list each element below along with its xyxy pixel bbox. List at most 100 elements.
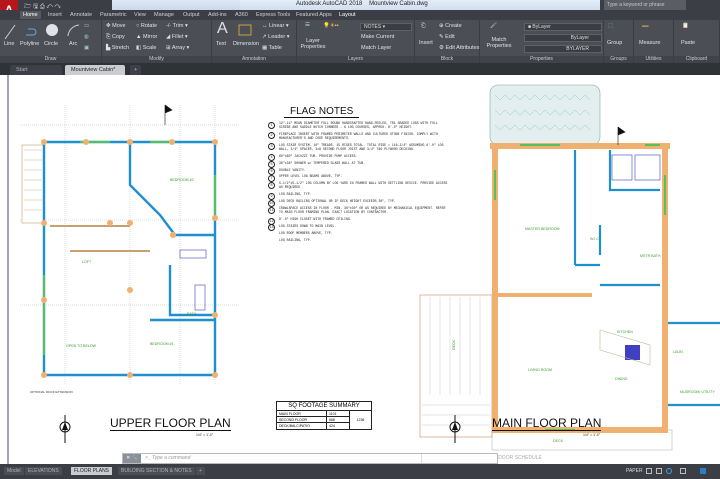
tab-layout[interactable]: Layout (336, 11, 359, 19)
circle-button[interactable]: Circle (44, 41, 58, 47)
line-icon (4, 24, 16, 40)
circle-icon (46, 24, 58, 36)
drawing-canvas[interactable]: LOFT BEDROOM #2 BATH OPEN TO BELOW BEDRO… (0, 75, 720, 464)
scale-button[interactable]: ◧ Scale (136, 45, 157, 51)
panel-label-annotation[interactable]: Annotation (212, 56, 296, 63)
mirror-button[interactable]: ▲ Mirror (136, 34, 157, 40)
flag-note-number: 7 (268, 174, 275, 182)
linear-button[interactable]: ↔ Linear ▾ (262, 23, 289, 29)
flag-notes: FLAG NOTES 1 12"-14" MEAN DIAMETER FULL R… (268, 101, 448, 243)
layout-tab-floor-plans[interactable]: FLOOR PLANS (71, 467, 113, 475)
flag-note: 6 DOUBLE VANITY. (268, 168, 448, 175)
tab-add-ins[interactable]: Add-ins (205, 11, 230, 19)
snap-icon[interactable] (656, 468, 662, 474)
rectangle-icon[interactable]: ▭ (84, 23, 89, 29)
trim-button[interactable]: -/- Trim ▾ (166, 23, 188, 29)
layer-properties-button[interactable]: Layer Properties (300, 38, 326, 50)
match-layer-button[interactable]: Match Layer (361, 45, 391, 51)
tab-home[interactable]: Home (20, 11, 41, 19)
hatch-icon[interactable]: ◍ (84, 34, 89, 40)
layout-tab-elevations[interactable]: ELEVATIONS (25, 467, 62, 475)
tab-manage[interactable]: Manage (151, 11, 177, 19)
insert-icon: ⎗ (421, 23, 426, 29)
color-dropdown[interactable]: ■ ByLayer (524, 23, 602, 31)
panel-label-utilities[interactable]: Utilities (634, 56, 673, 63)
panel-label-layers[interactable]: Layers (297, 56, 414, 63)
flag-note-text: LOG RAILING, TYP. (279, 237, 312, 242)
sq-footage-title: SQ FOOTAGE SUMMARY (277, 402, 371, 411)
move-button[interactable]: ✥ Move (106, 23, 126, 29)
paste-button[interactable]: Paste (681, 40, 695, 46)
fillet-button[interactable]: ◢ Fillet ▾ (166, 34, 188, 40)
array-button[interactable]: ⊞ Array ▾ (166, 45, 189, 51)
command-input[interactable]: >_ Type a command (145, 455, 190, 461)
flag-note-number: 10 (268, 199, 275, 207)
panel-groups: ⬚ Group Groups (604, 20, 634, 63)
layout-tab-model[interactable]: Model (4, 467, 24, 475)
paper-space-toggle[interactable]: PAPER (626, 468, 643, 474)
arc-button[interactable]: Arc (69, 41, 77, 47)
panel-label-draw[interactable]: Draw (0, 56, 101, 63)
layout-tab-building-section-notes[interactable]: BUILDING SECTION & NOTES (118, 467, 195, 475)
region-icon[interactable]: ▣ (84, 45, 89, 51)
measure-button[interactable]: Measure (639, 40, 660, 46)
tab-view[interactable]: View (131, 11, 149, 19)
doc-tab-start[interactable]: Start (10, 65, 62, 75)
copy-label: Copy (111, 34, 125, 40)
tab-insert[interactable]: Insert (45, 11, 65, 19)
flag-note: 2 FIREPLACE INSERT WITH FRAMED PERIMETER … (268, 131, 448, 141)
edit-block-button[interactable]: ✎ Edit (439, 34, 455, 40)
insert-button[interactable]: Insert (419, 40, 433, 46)
panel-label-properties[interactable]: Properties (480, 56, 603, 63)
dimension-button[interactable]: Dimension (233, 41, 259, 47)
tab-output[interactable]: Output (180, 11, 203, 19)
lineweight-dropdown[interactable]: BYLAYER (524, 45, 602, 53)
flag-note-text: FIREPLACE INSERT WITH FRAMED PERIMETER W… (279, 131, 438, 140)
leader-button[interactable]: ↗ Leader ▾ (262, 34, 290, 40)
tab-annotate[interactable]: Annotate (67, 11, 95, 19)
match-properties-button[interactable]: Match Properties (484, 37, 514, 49)
tab-parametric[interactable]: Parametric (97, 11, 130, 19)
window-title: Autodesk AutoCAD 2018 Mountview Cabin.dw… (296, 1, 428, 7)
stretch-button[interactable]: ▙ Stretch (106, 45, 129, 51)
panel-label-block[interactable]: Block (415, 56, 479, 63)
text-button[interactable]: Text (216, 41, 226, 47)
room-label-bedroom-1: BEDROOM #1 (150, 342, 174, 346)
panel-label-groups[interactable]: Groups (604, 56, 633, 63)
panel-label-modify[interactable]: Modify (102, 56, 211, 63)
tab-featured-apps[interactable]: Featured Apps (293, 11, 335, 19)
panel-modify: ✥ Move ○ Rotate -/- Trim ▾ ⎘ Copy ▲ Mirr… (102, 20, 212, 63)
layer-state-icons[interactable]: 💡☀▪▪ (323, 23, 339, 29)
ribbon-tabs: Home Insert Annotate Parametric View Man… (0, 10, 720, 20)
layer-dropdown[interactable]: NOTES ▾ (360, 23, 412, 31)
workspace-icon[interactable] (700, 468, 706, 474)
make-current-button[interactable]: Make Current (361, 34, 394, 40)
row-label: MAIN FLOOR (277, 411, 327, 416)
new-tab-button[interactable]: + (130, 65, 142, 75)
flag-note-number: 12 (268, 217, 275, 225)
rotate-label: Rotate (140, 23, 158, 29)
table-button[interactable]: ▦ Table (262, 45, 282, 51)
linetype-dropdown[interactable]: ByLayer (524, 34, 602, 42)
osnap-icon[interactable] (680, 468, 686, 474)
group-button[interactable]: Group (607, 40, 622, 46)
create-block-button[interactable]: ⊕ Create (439, 23, 462, 29)
copy-button[interactable]: ⎘ Copy (106, 34, 125, 41)
tab-express-tools[interactable]: Express Tools (253, 11, 293, 19)
doc-tab-mountview-cabin[interactable]: Mountview Cabin* (65, 65, 125, 75)
line-button[interactable]: Line (4, 41, 14, 47)
command-line: ✕ 🔧 >_ Type a command DOOR SCHEDULE (122, 453, 542, 464)
polar-tracking-icon[interactable] (666, 468, 672, 474)
panel-label-clipboard[interactable]: Clipboard (674, 56, 719, 63)
grid-icon[interactable] (646, 468, 652, 474)
polyline-button[interactable]: Polyline (20, 41, 39, 47)
rotate-button[interactable]: ○ Rotate (136, 23, 157, 29)
command-line-close-button[interactable]: ✕ 🔧 (123, 454, 141, 463)
edit-attributes-button[interactable]: ⚙ Edit Attributes (439, 45, 479, 51)
help-search-input[interactable]: Type a keyword or phrase (604, 0, 686, 10)
tab-a360[interactable]: A360 (232, 11, 251, 19)
flag-note-number: 4 (268, 154, 275, 162)
flag-note: 9 LOG RAILING, TYP. (268, 192, 448, 200)
add-layout-button[interactable]: + (196, 467, 205, 475)
panel-block: ⎗ Insert ⊕ Create ✎ Edit ⚙ Edit Attribut… (415, 20, 480, 63)
